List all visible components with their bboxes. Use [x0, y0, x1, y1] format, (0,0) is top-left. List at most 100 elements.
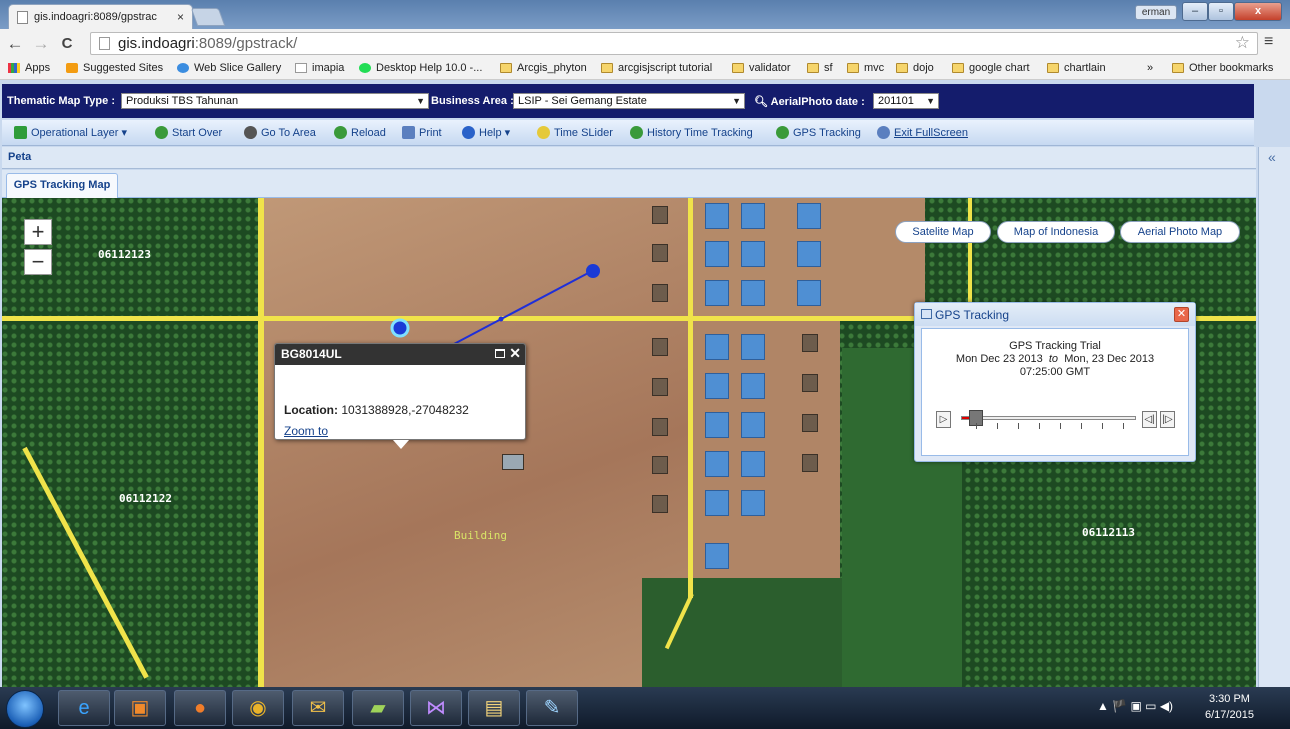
aerial-photo-map-button[interactable]: Aerial Photo Map — [1120, 221, 1240, 243]
slider-tick — [997, 423, 998, 429]
close-icon[interactable]: ✕ — [1174, 307, 1189, 322]
bookmark-arcgis-phyton[interactable]: Arcgis_phyton — [500, 62, 587, 74]
clock[interactable]: 3:30 PM 6/17/2015 — [1205, 691, 1254, 723]
block-label: 06112122 — [119, 492, 172, 505]
folder-icon — [732, 63, 744, 73]
maximize-icon[interactable] — [495, 349, 505, 358]
gps-start-marker[interactable] — [586, 264, 600, 278]
zoom-in-button[interactable]: + — [24, 219, 52, 245]
visual-studio-icon[interactable]: ⋈ — [410, 690, 462, 726]
go-to-area-button[interactable]: Go To Area — [244, 126, 316, 139]
minimize-button[interactable]: – — [1182, 2, 1208, 21]
notes-icon[interactable]: ▰ — [352, 690, 404, 726]
page-icon — [99, 37, 110, 50]
business-area-select[interactable]: LSIP - Sei Gemang Estate ▼ — [513, 93, 745, 109]
print-button[interactable]: Print — [402, 126, 442, 139]
page-icon — [295, 63, 307, 73]
folder-icon — [601, 63, 613, 73]
start-over-button[interactable]: Start Over — [155, 126, 222, 139]
aerial-date-label: 🔍︎ AerialPhoto date : — [754, 96, 865, 108]
thematic-select[interactable]: Produksi TBS Tahunan ▼ — [121, 93, 429, 109]
maximize-button[interactable]: ▫ — [1208, 2, 1234, 21]
gps-tracking-button[interactable]: GPS Tracking — [776, 126, 861, 139]
profile-badge[interactable]: erman — [1135, 5, 1177, 20]
media-icon[interactable]: ▣ — [114, 690, 166, 726]
popup-location: Location: 1031388928,-27048232 — [284, 403, 469, 417]
folder-icon — [1047, 63, 1059, 73]
folder-icon — [896, 63, 908, 73]
thematic-label: Thematic Map Type : — [7, 95, 115, 107]
bookmark-validator[interactable]: validator — [732, 62, 791, 74]
new-tab-button[interactable] — [190, 8, 226, 26]
gps-vehicle-marker[interactable] — [390, 318, 410, 338]
ie-icon[interactable]: e — [58, 690, 110, 726]
bookmark-google-chart[interactable]: google chart — [952, 62, 1030, 74]
history-time-tracking-button[interactable]: History Time Tracking — [630, 126, 753, 139]
windows-taskbar: e ▣ ● ◉ ✉ ▰ ⋈ ▤ ✎ ▲ 🏴 ▣ ▭ ◀) 3:30 PM 6/1… — [0, 687, 1290, 729]
bookmarks-bar: Apps Suggested Sites Web Slice Gallery i… — [0, 58, 1290, 80]
bookmark-chartlain[interactable]: chartlain — [1047, 62, 1106, 74]
zoom-out-button[interactable]: − — [24, 249, 52, 275]
map-of-indonesia-button[interactable]: Map of Indonesia — [997, 221, 1115, 243]
start-button[interactable] — [6, 690, 44, 728]
app-header: Thematic Map Type : Produksi TBS Tahunan… — [2, 84, 1254, 118]
folder-icon — [1172, 63, 1184, 73]
chrome-icon[interactable]: ◉ — [232, 690, 284, 726]
browser-navbar: ← → C gis.indoagri:8089/gpstrack/ ☆ ≡ — [0, 29, 1290, 58]
operational-layer-button[interactable]: Operational Layer ▾ — [14, 126, 127, 139]
forward-icon[interactable]: → — [30, 34, 52, 54]
bookmarks-overflow[interactable]: » — [1147, 62, 1153, 74]
paint-icon[interactable]: ✎ — [526, 690, 578, 726]
time-slider-button[interactable]: Time SLider — [537, 126, 613, 139]
gps-track-point — [498, 316, 504, 322]
popup-header: BG8014UL ✕ — [275, 344, 525, 365]
bookmark-web-slice[interactable]: Web Slice Gallery — [177, 62, 281, 74]
slider-track[interactable] — [961, 416, 1136, 420]
chrome-menu-icon[interactable]: ≡ — [1264, 33, 1273, 51]
bookmark-other[interactable]: Other bookmarks — [1172, 62, 1273, 74]
suggested-icon — [66, 63, 78, 73]
bookmark-arcgisjscript[interactable]: arcgisjscript tutorial — [601, 62, 712, 74]
aerial-date-select[interactable]: 201101 ▼ — [873, 93, 939, 109]
address-bar[interactable]: gis.indoagri:8089/gpstrack/ ☆ — [90, 32, 1258, 55]
satelite-map-button[interactable]: Satelite Map — [895, 221, 991, 243]
bookmark-imapia[interactable]: imapia — [295, 62, 344, 74]
reload-icon[interactable]: C — [56, 35, 78, 52]
next-icon[interactable]: |▷ — [1160, 411, 1175, 428]
system-tray[interactable]: ▲ 🏴 ▣ ▭ ◀) — [1097, 699, 1173, 713]
time-slider[interactable]: ▷ ◁| |▷ — [936, 409, 1186, 431]
map-tabbar: GPS Tracking Map — [2, 170, 1256, 198]
back-icon[interactable]: ← — [4, 34, 26, 54]
help-button[interactable]: Help ▾ — [462, 126, 510, 139]
reload-button[interactable]: Reload — [334, 126, 386, 139]
globe-icon — [155, 126, 168, 139]
gps-window-header[interactable]: GPS Tracking ✕ — [915, 303, 1195, 326]
bookmark-suggested-sites[interactable]: Suggested Sites — [66, 62, 163, 74]
zoom-to-link[interactable]: Zoom to — [284, 424, 328, 438]
plus-icon — [14, 126, 27, 139]
previous-icon[interactable]: ◁| — [1142, 411, 1157, 428]
popup-title: BG8014UL — [281, 347, 342, 361]
bookmark-star-icon[interactable]: ☆ — [1235, 33, 1250, 53]
exit-fullscreen-button[interactable]: Exit FullScreen — [877, 126, 968, 139]
browser-tabstrip: gis.indoagri:8089/gpstrac × erman – ▫ x — [0, 0, 1290, 29]
explorer-icon[interactable]: ▤ — [468, 690, 520, 726]
close-window-button[interactable]: x — [1234, 2, 1282, 21]
tab-gps-tracking-map[interactable]: GPS Tracking Map — [6, 173, 118, 198]
bookmark-desktop-help[interactable]: Desktop Help 10.0 -... — [359, 62, 482, 74]
bookmark-apps[interactable]: Apps — [8, 62, 50, 74]
outlook-icon[interactable]: ✉ — [292, 690, 344, 726]
bookmark-sf[interactable]: sf — [807, 62, 833, 74]
collapse-panel[interactable]: « — [1258, 147, 1290, 687]
slider-tick — [976, 423, 977, 429]
close-icon[interactable]: ✕ — [509, 345, 521, 362]
play-icon[interactable]: ▷ — [936, 411, 951, 428]
gps-track-line — [453, 270, 593, 345]
firefox-icon[interactable]: ● — [174, 690, 226, 726]
bookmark-mvc[interactable]: mvc — [847, 62, 884, 74]
tab-title: gis.indoagri:8089/gpstrac — [34, 11, 157, 23]
bookmark-dojo[interactable]: dojo — [896, 62, 934, 74]
slider-tick — [1039, 423, 1040, 429]
browser-tab[interactable]: gis.indoagri:8089/gpstrac × — [8, 4, 193, 29]
tab-close-icon[interactable]: × — [177, 10, 184, 24]
